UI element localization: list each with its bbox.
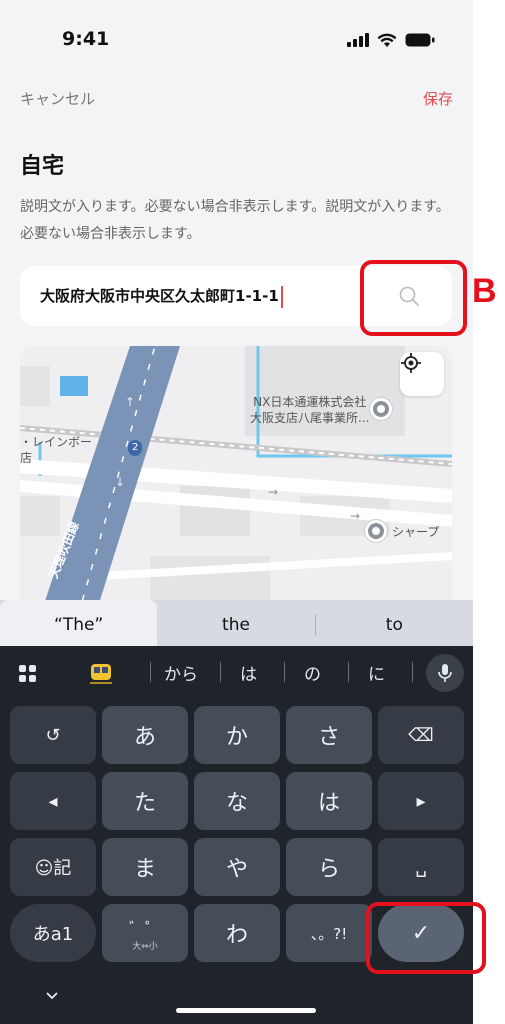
nav-bar: キャンセル 保存 xyxy=(0,86,473,114)
text-caret xyxy=(280,285,283,308)
kana-key-wa[interactable]: わ xyxy=(194,904,280,962)
candidate-word[interactable]: から xyxy=(164,660,198,685)
kana-key-ra[interactable]: ら xyxy=(286,838,372,896)
suggestion-item[interactable]: to xyxy=(316,600,473,650)
locate-button[interactable] xyxy=(400,352,444,396)
svg-text:↑: ↑ xyxy=(125,395,135,409)
map-label-sharp: シャープ xyxy=(392,525,440,539)
toolbar-divider xyxy=(412,662,413,682)
toolbar-divider xyxy=(150,662,151,682)
svg-text:↓: ↓ xyxy=(115,475,125,489)
candidate-word[interactable]: の xyxy=(304,660,321,685)
cursor-right-key[interactable]: ▸ xyxy=(378,772,464,830)
candidate-word[interactable]: に xyxy=(368,660,385,685)
map-label-rainbow-2: 店 xyxy=(20,451,33,465)
battery-icon xyxy=(405,33,435,47)
phone-screen: 9:41 キャンセル 保存 自宅 説明文が入ります。必要ない場合非表示します。説… xyxy=(0,0,473,1024)
kana-key-na[interactable]: な xyxy=(194,772,280,830)
home-indicator xyxy=(176,1008,316,1013)
kana-key-ma[interactable]: ま xyxy=(102,838,188,896)
poi-pin-icon[interactable] xyxy=(370,398,392,420)
cursor-left-key[interactable]: ◂ xyxy=(10,772,96,830)
mic-icon xyxy=(438,664,452,682)
status-time: 9:41 xyxy=(62,28,110,50)
poi-pin-icon[interactable] xyxy=(365,520,387,542)
toolbar-divider xyxy=(348,662,349,682)
address-input-value: 大阪府大阪市中央区久太郎町1-1-1 xyxy=(40,287,279,305)
toolbar-divider xyxy=(284,662,285,682)
train-sticker-icon[interactable] xyxy=(88,662,114,690)
suggestion-item[interactable]: “The” xyxy=(0,600,158,650)
address-input[interactable]: 大阪府大阪市中央区久太郎町1-1-1 xyxy=(40,285,283,308)
status-bar: 9:41 xyxy=(0,0,473,72)
dakuten-key-sub: 大⇔小 xyxy=(132,941,158,952)
dakuten-key[interactable]: ゛゜ 大⇔小 xyxy=(102,904,188,962)
keyboard-suggestion-bar: “The” the to xyxy=(0,600,473,650)
signal-icon xyxy=(347,33,369,47)
locate-icon xyxy=(401,353,421,373)
candidate-word[interactable]: は xyxy=(240,660,257,685)
kana-key-ta[interactable]: た xyxy=(102,772,188,830)
chevron-down-icon[interactable] xyxy=(40,986,64,1006)
mic-button[interactable] xyxy=(426,654,464,692)
cancel-button[interactable]: キャンセル xyxy=(20,88,95,109)
kana-key-ha[interactable]: は xyxy=(286,772,372,830)
map-label-poi-line2: 大阪支店八尾事業所... xyxy=(250,411,370,425)
status-icons xyxy=(347,30,435,50)
annotation-box-b xyxy=(360,260,467,336)
road-number-badge: 2 xyxy=(128,440,143,456)
kana-key-ka[interactable]: か xyxy=(194,706,280,764)
map-graphics: → → ↑ ↓ xyxy=(20,346,452,616)
map-label-rainbow: ・レインボー xyxy=(20,435,93,449)
svg-text:→: → xyxy=(268,485,278,499)
map-view[interactable]: → → ↑ ↓ NX日本通運株式会社 大阪支店八尾事業所... ・レインボー 店… xyxy=(20,346,452,616)
map-label-poi[interactable]: NX日本通運株式会社 大阪支店八尾事業所... xyxy=(250,394,369,426)
kana-key-a[interactable]: あ xyxy=(102,706,188,764)
page-title: 自宅 xyxy=(20,154,65,179)
svg-text:→: → xyxy=(350,509,360,523)
kana-key-ya[interactable]: や xyxy=(194,838,280,896)
undo-key[interactable]: ↺ xyxy=(10,706,96,764)
page-description: 説明文が入ります。必要ない場合非表示します。説明文が入ります。必要ない場合非表示… xyxy=(20,199,450,242)
save-button[interactable]: 保存 xyxy=(423,88,453,109)
annotation-label-b: B xyxy=(472,272,497,310)
emoji-symbol-key[interactable]: ☺記 xyxy=(10,838,96,896)
input-mode-key[interactable]: あa1 xyxy=(10,904,96,962)
wifi-icon xyxy=(377,33,397,47)
suggestion-item[interactable]: the xyxy=(157,600,314,650)
dakuten-key-label: ゛゜ xyxy=(128,918,161,938)
map-label-poi-line1: NX日本通運株式会社 xyxy=(253,395,367,409)
apps-grid-icon[interactable] xyxy=(18,664,38,688)
kana-key-sa[interactable]: さ xyxy=(286,706,372,764)
toolbar-divider xyxy=(220,662,221,682)
annotation-box-confirm xyxy=(366,902,486,974)
backspace-key[interactable]: ⌫ xyxy=(378,706,464,764)
punctuation-key[interactable]: 、。?! xyxy=(286,904,372,962)
keyboard-toolbar: から は の に xyxy=(0,646,473,698)
space-key[interactable]: ␣ xyxy=(378,838,464,896)
